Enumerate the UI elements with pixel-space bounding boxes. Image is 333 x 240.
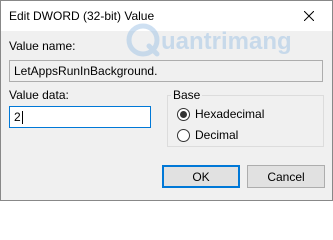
ok-button[interactable]: OK bbox=[162, 165, 240, 188]
radio-button-selected[interactable] bbox=[177, 107, 190, 121]
value-name-label: Value name: bbox=[9, 39, 76, 53]
value-data-input[interactable]: 2 bbox=[9, 106, 151, 128]
value-name-field[interactable]: LetAppsRunInBackground. bbox=[9, 60, 323, 82]
value-name-text: LetAppsRunInBackground. bbox=[14, 64, 158, 78]
base-group-title: Base bbox=[171, 88, 203, 102]
text-caret bbox=[21, 110, 23, 124]
radio-button[interactable] bbox=[177, 128, 190, 142]
edit-dword-dialog: Edit DWORD (32-bit) Value uantrimang Val… bbox=[0, 0, 333, 201]
watermark-logo: uantrimang bbox=[123, 20, 333, 60]
radio-hexadecimal[interactable]: Hexadecimal bbox=[177, 107, 264, 121]
watermark-text: uantrimang bbox=[161, 28, 292, 55]
value-data-label: Value data: bbox=[9, 88, 69, 102]
value-data-text: 2 bbox=[14, 110, 21, 124]
radio-decimal[interactable]: Decimal bbox=[177, 128, 238, 142]
radio-hexadecimal-label: Hexadecimal bbox=[195, 107, 265, 121]
radio-decimal-label: Decimal bbox=[195, 128, 239, 142]
cancel-button[interactable]: Cancel bbox=[247, 165, 325, 188]
